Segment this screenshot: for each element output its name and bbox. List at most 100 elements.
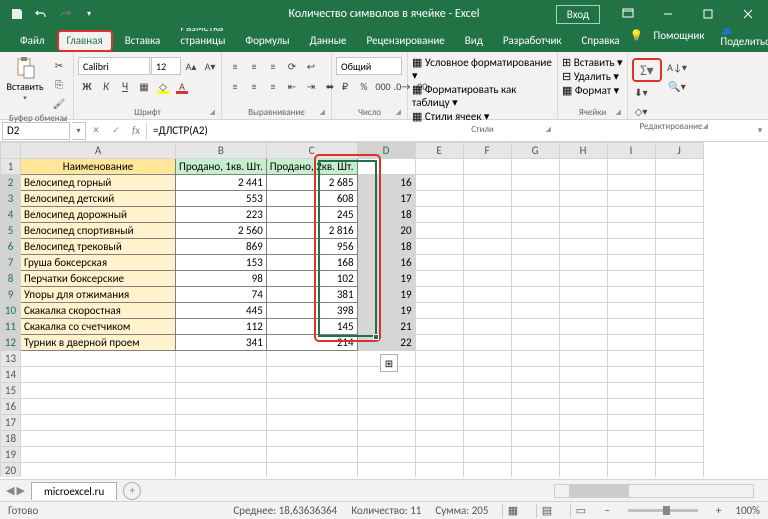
align-top-icon[interactable]: ≡ bbox=[226, 57, 244, 75]
tab-insert[interactable]: Вставка bbox=[115, 30, 171, 52]
col-header[interactable]: H bbox=[559, 143, 607, 159]
maximize-icon[interactable] bbox=[688, 0, 728, 28]
format-as-table-button[interactable]: ▦ Форматировать как таблицу ▾ bbox=[412, 83, 553, 109]
paste-button[interactable]: Вставить ▾ bbox=[4, 54, 46, 102]
redo-icon[interactable] bbox=[54, 3, 76, 25]
insert-function-icon[interactable]: fx bbox=[126, 124, 146, 137]
expand-formula-icon[interactable]: ▾ bbox=[752, 125, 768, 136]
zoom-level[interactable]: 100% bbox=[735, 504, 760, 517]
format-painter-icon[interactable]: 🖌 bbox=[50, 94, 68, 112]
delete-cells-button[interactable]: ⊟ Удалить ▾ bbox=[562, 70, 619, 83]
data-cell: 153 bbox=[176, 255, 267, 271]
tab-home[interactable]: Главная bbox=[57, 30, 113, 52]
qat-customize-icon[interactable]: ▾ bbox=[78, 3, 100, 25]
data-cell: Скакалка скоростная bbox=[21, 303, 176, 319]
data-cell: Велосипед трековый bbox=[21, 239, 176, 255]
bold-button[interactable]: Ж bbox=[78, 77, 96, 95]
copy-icon[interactable]: ⎘ bbox=[50, 75, 68, 93]
fill-handle[interactable] bbox=[373, 334, 379, 340]
underline-button[interactable]: Ч bbox=[116, 77, 134, 95]
sheet-prev-icon[interactable]: ◀ bbox=[6, 484, 14, 497]
shrink-font-icon[interactable]: A▾ bbox=[201, 57, 219, 75]
tab-view[interactable]: Вид bbox=[455, 30, 493, 52]
col-header[interactable]: B bbox=[176, 143, 267, 159]
data-cell: Турник в дверной проем bbox=[21, 335, 176, 351]
worksheet-grid[interactable]: ABCDEFGHIJ1НаименованиеПродано, 1кв. Шт.… bbox=[0, 142, 768, 477]
view-pagebreak-icon[interactable]: ▭ bbox=[570, 504, 590, 518]
tab-data[interactable]: Данные bbox=[300, 30, 357, 52]
undo-icon[interactable] bbox=[30, 3, 52, 25]
status-average: Среднее: 18,63636364 bbox=[233, 504, 337, 517]
insert-cells-button[interactable]: ⊞ Вставить ▾ bbox=[562, 56, 623, 69]
new-sheet-button[interactable]: + bbox=[123, 482, 141, 500]
lightbulb-icon: 💡 bbox=[630, 29, 644, 42]
fill-button[interactable]: ⬇▾ bbox=[632, 83, 650, 101]
view-layout-icon[interactable]: ▤ bbox=[536, 504, 556, 518]
col-header[interactable]: A bbox=[21, 143, 176, 159]
tab-help[interactable]: Справка bbox=[572, 30, 630, 52]
col-header[interactable]: D bbox=[357, 143, 415, 159]
signin-button[interactable]: Вход bbox=[556, 5, 600, 24]
find-select-button[interactable]: 🔍▾ bbox=[665, 77, 689, 95]
wrap-text-icon[interactable]: ↩ bbox=[302, 57, 320, 75]
zoom-out-button[interactable]: − bbox=[604, 504, 609, 517]
name-box-dropdown[interactable]: ▾ bbox=[72, 122, 86, 140]
ribbon-options-icon[interactable] bbox=[608, 0, 648, 28]
minimize-icon[interactable] bbox=[648, 0, 688, 28]
col-header[interactable]: E bbox=[415, 143, 463, 159]
col-header[interactable]: C bbox=[266, 143, 357, 159]
cut-icon[interactable]: ✂ bbox=[50, 56, 68, 74]
tab-file[interactable]: Файл bbox=[10, 30, 55, 52]
zoom-slider[interactable] bbox=[628, 509, 698, 512]
enter-formula-icon[interactable]: ✓ bbox=[106, 125, 126, 136]
border-icon[interactable]: ▦ bbox=[135, 77, 153, 95]
comma-icon[interactable]: 000 bbox=[374, 77, 392, 95]
font-size-combo[interactable]: 12 bbox=[151, 57, 181, 75]
clear-button[interactable]: ◇▾ bbox=[632, 102, 650, 120]
col-header[interactable]: J bbox=[655, 143, 703, 159]
font-name-combo[interactable]: Calibri bbox=[78, 57, 150, 75]
zoom-in-button[interactable]: + bbox=[716, 504, 721, 517]
header-cell: Наименование bbox=[21, 159, 176, 175]
orientation-icon[interactable]: ⟳ bbox=[283, 57, 301, 75]
save-icon[interactable] bbox=[6, 3, 28, 25]
conditional-format-button[interactable]: ▦ Условное форматирование ▾ bbox=[412, 56, 553, 82]
cancel-formula-icon[interactable]: ✕ bbox=[86, 125, 106, 136]
sheet-next-icon[interactable]: ▶ bbox=[16, 484, 24, 497]
fill-color-icon[interactable]: ◇ bbox=[154, 77, 172, 95]
align-bottom-icon[interactable]: ≡ bbox=[264, 57, 282, 75]
align-middle-icon[interactable]: ≡ bbox=[245, 57, 263, 75]
col-header[interactable]: F bbox=[463, 143, 511, 159]
tab-formulas[interactable]: Формулы bbox=[235, 30, 299, 52]
align-center-icon[interactable]: ≡ bbox=[245, 77, 263, 95]
currency-icon[interactable]: ₽ bbox=[336, 77, 354, 95]
horizontal-scrollbar[interactable] bbox=[554, 484, 754, 498]
sheet-tab[interactable]: microexcel.ru bbox=[31, 482, 117, 500]
percent-icon[interactable]: % bbox=[355, 77, 373, 95]
format-cells-button[interactable]: ▦ Формат ▾ bbox=[562, 84, 619, 97]
group-cells: Ячейки bbox=[562, 106, 623, 119]
italic-button[interactable]: К bbox=[97, 77, 115, 95]
number-format-combo[interactable]: Общий bbox=[336, 57, 402, 75]
data-cell: 214 bbox=[266, 335, 357, 351]
font-color-icon[interactable]: A bbox=[173, 77, 191, 95]
status-sum: Сумма: 205 bbox=[435, 504, 488, 517]
selected-cell: 16 bbox=[357, 255, 415, 271]
close-icon[interactable] bbox=[728, 0, 768, 28]
indent-dec-icon[interactable]: ⇤ bbox=[283, 77, 301, 95]
col-header[interactable]: G bbox=[511, 143, 559, 159]
align-right-icon[interactable]: ≡ bbox=[264, 77, 282, 95]
tab-developer[interactable]: Разработчик bbox=[493, 30, 572, 52]
data-cell: 2 816 bbox=[266, 223, 357, 239]
quick-analysis-icon[interactable]: ⊞ bbox=[380, 354, 398, 372]
col-header[interactable]: I bbox=[607, 143, 655, 159]
indent-inc-icon[interactable]: ⇥ bbox=[302, 77, 320, 95]
tab-review[interactable]: Рецензирование bbox=[357, 30, 455, 52]
align-left-icon[interactable]: ≡ bbox=[226, 77, 244, 95]
selected-cell: 20 bbox=[357, 223, 415, 239]
autosum-button[interactable]: Σ▾ bbox=[635, 61, 659, 79]
sort-filter-button[interactable]: A↓▾ bbox=[665, 58, 689, 76]
grow-font-icon[interactable]: A▴ bbox=[182, 57, 200, 75]
view-normal-icon[interactable]: ▦ bbox=[502, 504, 522, 518]
status-bar: Готово Среднее: 18,63636364 Количество: … bbox=[0, 501, 768, 519]
